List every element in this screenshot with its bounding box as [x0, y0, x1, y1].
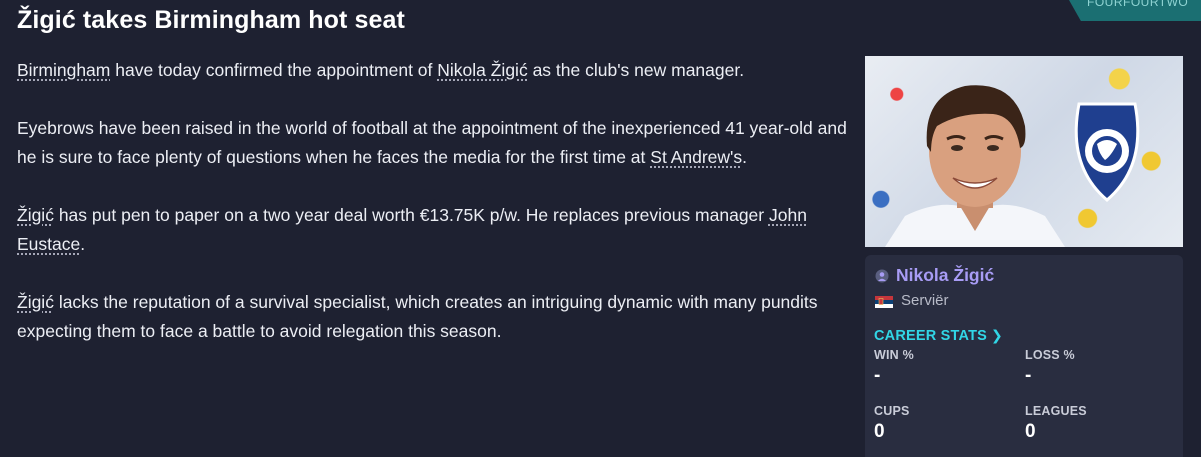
career-stats-link[interactable]: CAREER STATS ❯: [874, 327, 1003, 344]
p1-text-1: have today confirmed the appointment of: [110, 60, 438, 80]
manager-photo: [865, 56, 1183, 247]
manager-info-panel: Nikola Žigić Serviër CAREER STATS ❯ WIN …: [865, 255, 1183, 457]
club-link[interactable]: Birmingham: [17, 60, 110, 80]
news-page: FOURFOURTWO Žigić takes Birmingham hot s…: [0, 0, 1201, 457]
left-eye: [951, 145, 963, 151]
p4-text-1: lacks the reputation of a survival speci…: [17, 292, 818, 341]
serbia-flag-icon: [875, 295, 893, 308]
nationality-row: Serviër: [875, 292, 949, 309]
p1-text-2: as the club's new manager.: [527, 60, 745, 80]
nationality-label: Serviër: [901, 292, 949, 309]
stadium-link[interactable]: St Andrew's: [650, 147, 742, 167]
p3-text-2: .: [80, 234, 86, 254]
manager-name-link[interactable]: Nikola Žigić: [896, 265, 994, 286]
manager-link[interactable]: Žigić: [17, 292, 54, 312]
p2-text-2: .: [742, 147, 747, 167]
chevron-right-icon: ❯: [991, 327, 1003, 343]
article-paragraph-1: Birmingham have today confirmed the appo…: [17, 56, 857, 85]
manager-name-row: Nikola Žigić: [875, 265, 994, 286]
win-label: WIN %: [874, 348, 914, 362]
cups-label: CUPS: [874, 404, 910, 418]
right-eye: [987, 145, 999, 151]
article-paragraph-3: Žigić has put pen to paper on a two year…: [17, 201, 857, 259]
loss-stat: LOSS % -: [1025, 348, 1075, 387]
loss-label: LOSS %: [1025, 348, 1075, 362]
career-stats-label: CAREER STATS: [874, 327, 988, 344]
leagues-stat: LEAGUES 0: [1025, 404, 1087, 443]
loss-value: -: [1025, 365, 1032, 386]
manager-link[interactable]: Nikola Žigić: [437, 60, 527, 80]
source-badge: FOURFOURTWO: [1069, 0, 1201, 21]
person-icon: [875, 269, 889, 283]
manager-portrait: [885, 85, 1140, 247]
club-crest-icon: [1074, 102, 1140, 202]
leagues-label: LEAGUES: [1025, 404, 1087, 418]
p3-text-1: has put pen to paper on a two year deal …: [53, 205, 769, 225]
article-body: Birmingham have today confirmed the appo…: [17, 56, 857, 375]
win-value: -: [874, 365, 881, 386]
article-paragraph-2: Eyebrows have been raised in the world o…: [17, 114, 857, 172]
headline: Žigić takes Birmingham hot seat: [17, 6, 405, 34]
leagues-value: 0: [1025, 421, 1036, 442]
manager-link[interactable]: Žigić: [17, 205, 54, 225]
manager-card: Nikola Žigić Serviër CAREER STATS ❯ WIN …: [865, 56, 1183, 457]
win-stat: WIN % -: [874, 348, 914, 387]
article-paragraph-4: Žigić lacks the reputation of a survival…: [17, 288, 857, 346]
cups-value: 0: [874, 421, 885, 442]
cups-stat: CUPS 0: [874, 404, 910, 443]
